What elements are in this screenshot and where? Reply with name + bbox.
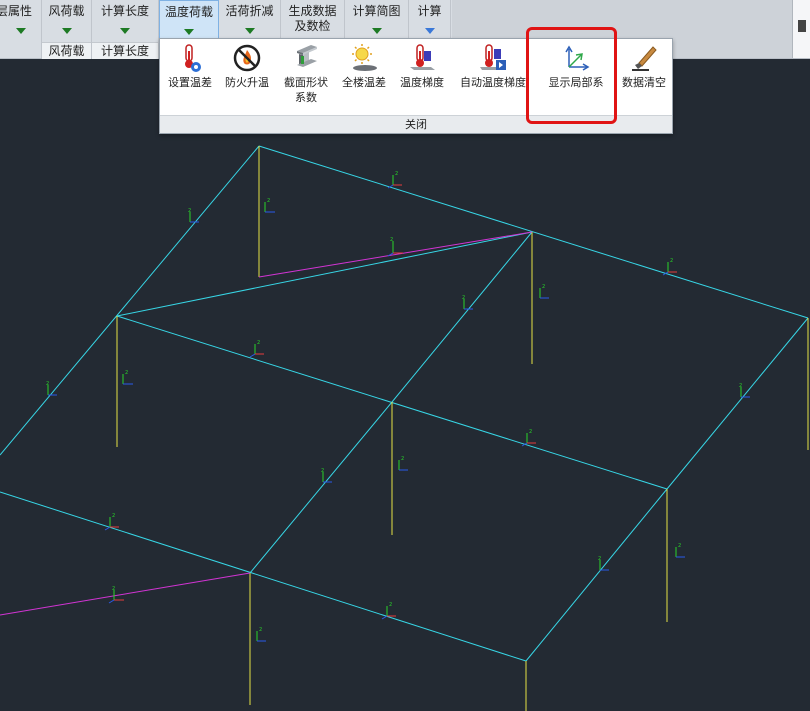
item-label: 自动温度梯度 xyxy=(460,76,526,89)
tab-floor-properties[interactable]: 层属性 xyxy=(0,0,42,58)
section-shape-coefficient-button[interactable]: 截面形状 系数 xyxy=(276,39,336,115)
temperature-gradient-button[interactable]: 温度梯度 xyxy=(392,39,452,115)
svg-text:2: 2 xyxy=(257,340,260,346)
axis-marker: 2 xyxy=(662,258,677,276)
item-label: 设置温差 xyxy=(168,76,212,89)
beam xyxy=(525,488,668,662)
tab-label: 层属性 xyxy=(0,4,33,18)
svg-text:2: 2 xyxy=(670,258,673,264)
axis-marker: 2 xyxy=(675,543,685,558)
fire-heating-button[interactable]: 防火升温 xyxy=(218,39,276,115)
beam xyxy=(258,145,809,319)
tab-label: 温度荷载 xyxy=(164,5,213,19)
svg-text:2: 2 xyxy=(678,543,681,549)
svg-text:2: 2 xyxy=(529,429,532,435)
thermometer-auto-icon xyxy=(480,44,506,70)
tab-label: 计算 xyxy=(417,4,442,18)
panel-handle-icon xyxy=(798,20,806,32)
beams xyxy=(0,145,809,662)
svg-text:2: 2 xyxy=(390,237,393,243)
beam xyxy=(666,317,809,490)
svg-text:2: 2 xyxy=(395,171,398,177)
steel-section-icon xyxy=(297,45,317,67)
axis-marker: 2 xyxy=(462,295,473,310)
svg-text:2: 2 xyxy=(112,586,115,592)
svg-text:2: 2 xyxy=(112,513,115,519)
chevron-down-icon xyxy=(61,28,72,34)
axis-marker: 2 xyxy=(387,237,403,257)
tab-label: 活荷折减 xyxy=(225,4,274,18)
axis-marker: 2 xyxy=(264,198,275,213)
axis-marker: 2 xyxy=(249,340,264,358)
tab-calc-length[interactable]: 计算长度 计算长度 xyxy=(92,0,159,59)
svg-text:2: 2 xyxy=(46,381,49,387)
brace xyxy=(0,572,251,616)
tab-wind-load[interactable]: 风荷载 风荷载 xyxy=(42,0,92,59)
columns xyxy=(116,146,809,711)
tab-label: 生成数据 及数检 xyxy=(288,4,337,33)
beam xyxy=(0,145,260,456)
svg-text:2: 2 xyxy=(125,370,128,376)
axis-marker: 2 xyxy=(539,284,549,299)
sun-icon xyxy=(352,44,377,71)
thermometer-gear-icon xyxy=(185,44,201,72)
svg-text:2: 2 xyxy=(321,468,324,474)
axis-marker: 2 xyxy=(104,513,119,531)
whole-building-temperature-button[interactable]: 全楼温差 xyxy=(336,39,392,115)
set-temperature-difference-button[interactable]: 设置温差 xyxy=(162,39,218,115)
svg-text:2: 2 xyxy=(598,556,601,562)
beam xyxy=(391,231,533,403)
chevron-down-icon xyxy=(244,28,255,34)
eraser-icon xyxy=(632,46,657,71)
chevron-down-icon xyxy=(371,28,382,34)
tab-label: 计算简图 xyxy=(352,4,401,18)
tab-sub-label[interactable]: 风荷载 xyxy=(42,42,91,59)
svg-text:2: 2 xyxy=(462,295,465,301)
chevron-down-icon xyxy=(184,29,194,35)
axis-marker: 2 xyxy=(521,429,536,447)
svg-text:2: 2 xyxy=(542,284,545,290)
tab-label: 计算长度 xyxy=(100,4,149,18)
clear-data-button[interactable]: 数据清空 xyxy=(618,39,670,115)
beam xyxy=(0,491,527,662)
tab-sub-label[interactable]: 计算长度 xyxy=(92,42,158,59)
svg-text:2: 2 xyxy=(739,383,742,389)
axis-marker: 2 xyxy=(321,468,332,483)
beam xyxy=(116,231,533,317)
braces xyxy=(0,231,533,616)
svg-text:2: 2 xyxy=(401,456,404,462)
auto-temperature-gradient-button[interactable]: 自动温度梯度 xyxy=(452,39,534,115)
svg-text:2: 2 xyxy=(267,198,270,204)
item-label: 全楼温差 xyxy=(342,76,386,89)
item-label: 数据清空 xyxy=(622,76,666,89)
chevron-down-icon xyxy=(120,28,130,34)
tab-label: 风荷载 xyxy=(48,4,85,18)
item-label: 防火升温 xyxy=(225,76,269,89)
side-panel-edge[interactable] xyxy=(792,0,810,58)
chevron-down-icon xyxy=(15,28,26,34)
beam xyxy=(249,401,393,574)
svg-text:2: 2 xyxy=(259,627,262,633)
model-viewport[interactable]: 2 2 2 2 2 2 2 2 2 2 2 2 2 2 2 2 2 2 2 2 xyxy=(0,59,810,711)
axis-marker: 2 xyxy=(381,602,396,620)
thermometer-slab-icon xyxy=(410,44,435,70)
axis-marker: 2 xyxy=(122,370,133,385)
brace xyxy=(258,231,533,278)
axis-marker: 2 xyxy=(598,556,609,571)
axis-marker: 2 xyxy=(256,627,266,642)
local-axis-markers: 2 2 2 2 2 2 2 2 2 2 2 2 2 2 2 2 2 2 2 2 xyxy=(46,171,750,642)
axis-marker: 2 xyxy=(387,171,402,189)
highlight-box xyxy=(526,27,617,124)
svg-text:2: 2 xyxy=(188,208,191,214)
svg-text:2: 2 xyxy=(389,602,392,608)
item-label: 温度梯度 xyxy=(400,76,444,89)
chevron-down-icon xyxy=(424,28,435,34)
fire-prohibit-icon xyxy=(233,44,261,72)
item-label: 截面形状 系数 xyxy=(284,76,328,104)
axis-marker: 2 xyxy=(398,456,408,471)
